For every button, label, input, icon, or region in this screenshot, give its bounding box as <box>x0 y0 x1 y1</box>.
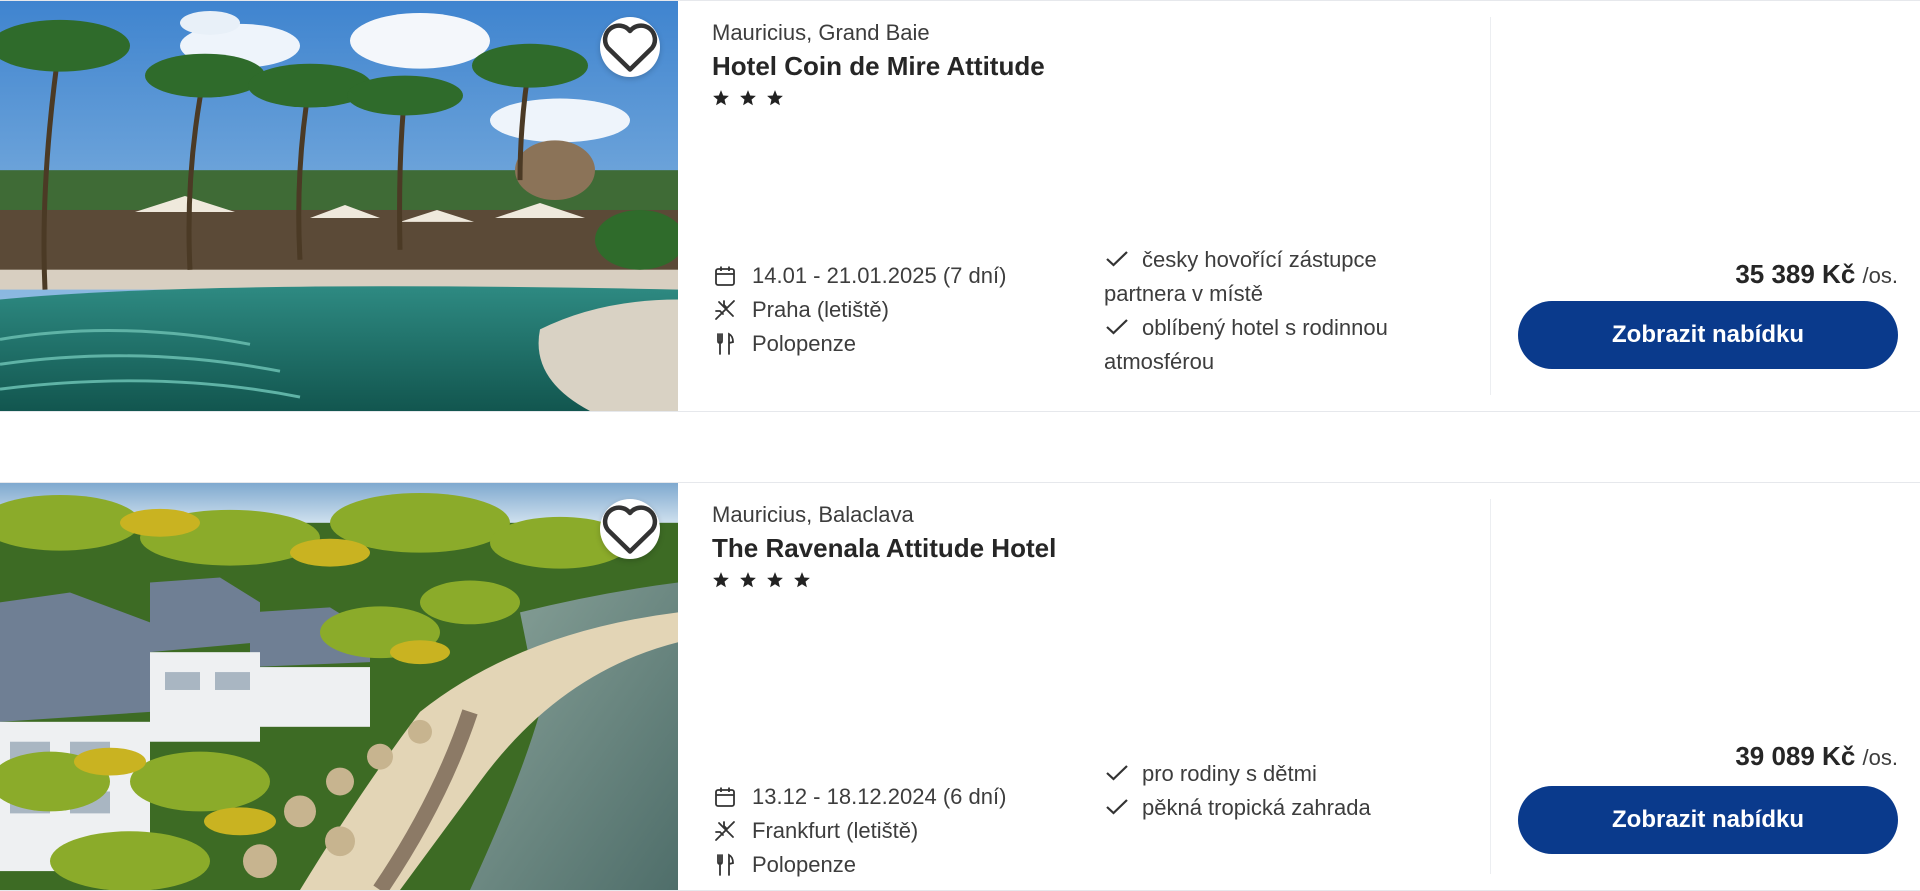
price: 39 089 Kč /os. <box>1735 741 1898 772</box>
heart-icon <box>602 505 658 554</box>
check-icon <box>1104 793 1130 815</box>
fork-knife-icon <box>712 852 738 878</box>
hotel-photo[interactable] <box>0 1 678 411</box>
feature-item: česky hovořící zástupce partnera v místě <box>1104 243 1434 311</box>
hotel-features: pro rodiny s dětmi pěkná tropická zahrad… <box>1104 757 1434 825</box>
hotel-name[interactable]: Hotel Coin de Mire Attitude <box>712 49 1045 83</box>
trip-board: Polopenze <box>712 848 1006 882</box>
show-offer-button[interactable]: Zobrazit nabídku <box>1518 301 1898 369</box>
trip-details: 13.12 - 18.12.2024 (6 dní) Frankfurt (le… <box>712 780 1006 882</box>
card-divider <box>1490 499 1491 874</box>
fork-knife-icon <box>712 331 738 357</box>
trip-dates-text: 13.12 - 18.12.2024 (6 dní) <box>752 784 1007 809</box>
trip-departure: Praha (letiště) <box>712 293 1006 327</box>
feature-item: pro rodiny s dětmi <box>1104 757 1434 791</box>
hotel-location: Mauricius, Balaclava <box>712 502 914 527</box>
trip-departure-text: Praha (letiště) <box>752 297 889 322</box>
trip-board: Polopenze <box>712 327 1006 361</box>
feature-text: česky hovořící zástupce partnera v místě <box>1104 247 1377 306</box>
favorite-button[interactable] <box>600 17 660 77</box>
check-icon <box>1104 245 1130 267</box>
star-icon <box>767 572 783 588</box>
feature-text: pro rodiny s dětmi <box>1142 761 1317 786</box>
trip-dates: 13.12 - 18.12.2024 (6 dní) <box>712 780 1006 814</box>
hotel-card: Mauricius, Grand Baie Hotel Coin de Mire… <box>0 0 1920 412</box>
star-rating <box>712 571 1056 589</box>
price-value: 39 089 Kč <box>1735 741 1856 771</box>
favorite-button[interactable] <box>600 499 660 559</box>
price: 35 389 Kč /os. <box>1735 259 1898 290</box>
hotel-features: česky hovořící zástupce partnera v místě… <box>1104 243 1434 379</box>
trip-departure-text: Frankfurt (letiště) <box>752 818 919 843</box>
hotel-info: Mauricius, Balaclava The Ravenala Attitu… <box>712 501 1056 589</box>
trip-details: 14.01 - 21.01.2025 (7 dní) Praha (letišt… <box>712 259 1006 361</box>
hotel-info: Mauricius, Grand Baie Hotel Coin de Mire… <box>712 19 1045 107</box>
trip-board-text: Polopenze <box>752 852 856 877</box>
star-rating <box>712 89 1045 107</box>
hotel-location: Mauricius, Grand Baie <box>712 20 930 45</box>
star-icon <box>767 90 783 106</box>
calendar-icon <box>712 784 738 810</box>
star-icon <box>740 572 756 588</box>
trip-board-text: Polopenze <box>752 331 856 356</box>
heart-icon <box>602 23 658 72</box>
plane-icon <box>712 818 738 844</box>
hotel-photo[interactable] <box>0 483 678 890</box>
star-icon <box>794 572 810 588</box>
feature-item: pěkná tropická zahrada <box>1104 791 1434 825</box>
plane-icon <box>712 297 738 323</box>
hotel-photo-pool <box>0 1 678 411</box>
hotel-card: Mauricius, Balaclava The Ravenala Attitu… <box>0 482 1920 891</box>
star-icon <box>713 90 729 106</box>
check-icon <box>1104 313 1130 335</box>
show-offer-button[interactable]: Zobrazit nabídku <box>1518 786 1898 854</box>
hotel-photo-beach <box>0 483 678 890</box>
feature-text: oblíbený hotel s rodinnou atmosférou <box>1104 315 1388 374</box>
star-icon <box>713 572 729 588</box>
calendar-icon <box>712 263 738 289</box>
star-icon <box>740 90 756 106</box>
hotel-name[interactable]: The Ravenala Attitude Hotel <box>712 531 1056 565</box>
card-divider <box>1490 17 1491 395</box>
check-icon <box>1104 759 1130 781</box>
trip-departure: Frankfurt (letiště) <box>712 814 1006 848</box>
feature-item: oblíbený hotel s rodinnou atmosférou <box>1104 311 1434 379</box>
trip-dates-text: 14.01 - 21.01.2025 (7 dní) <box>752 263 1007 288</box>
feature-text: pěkná tropická zahrada <box>1142 795 1371 820</box>
price-unit: /os. <box>1862 745 1898 770</box>
trip-dates: 14.01 - 21.01.2025 (7 dní) <box>712 259 1006 293</box>
price-value: 35 389 Kč <box>1735 259 1856 289</box>
price-unit: /os. <box>1862 263 1898 288</box>
